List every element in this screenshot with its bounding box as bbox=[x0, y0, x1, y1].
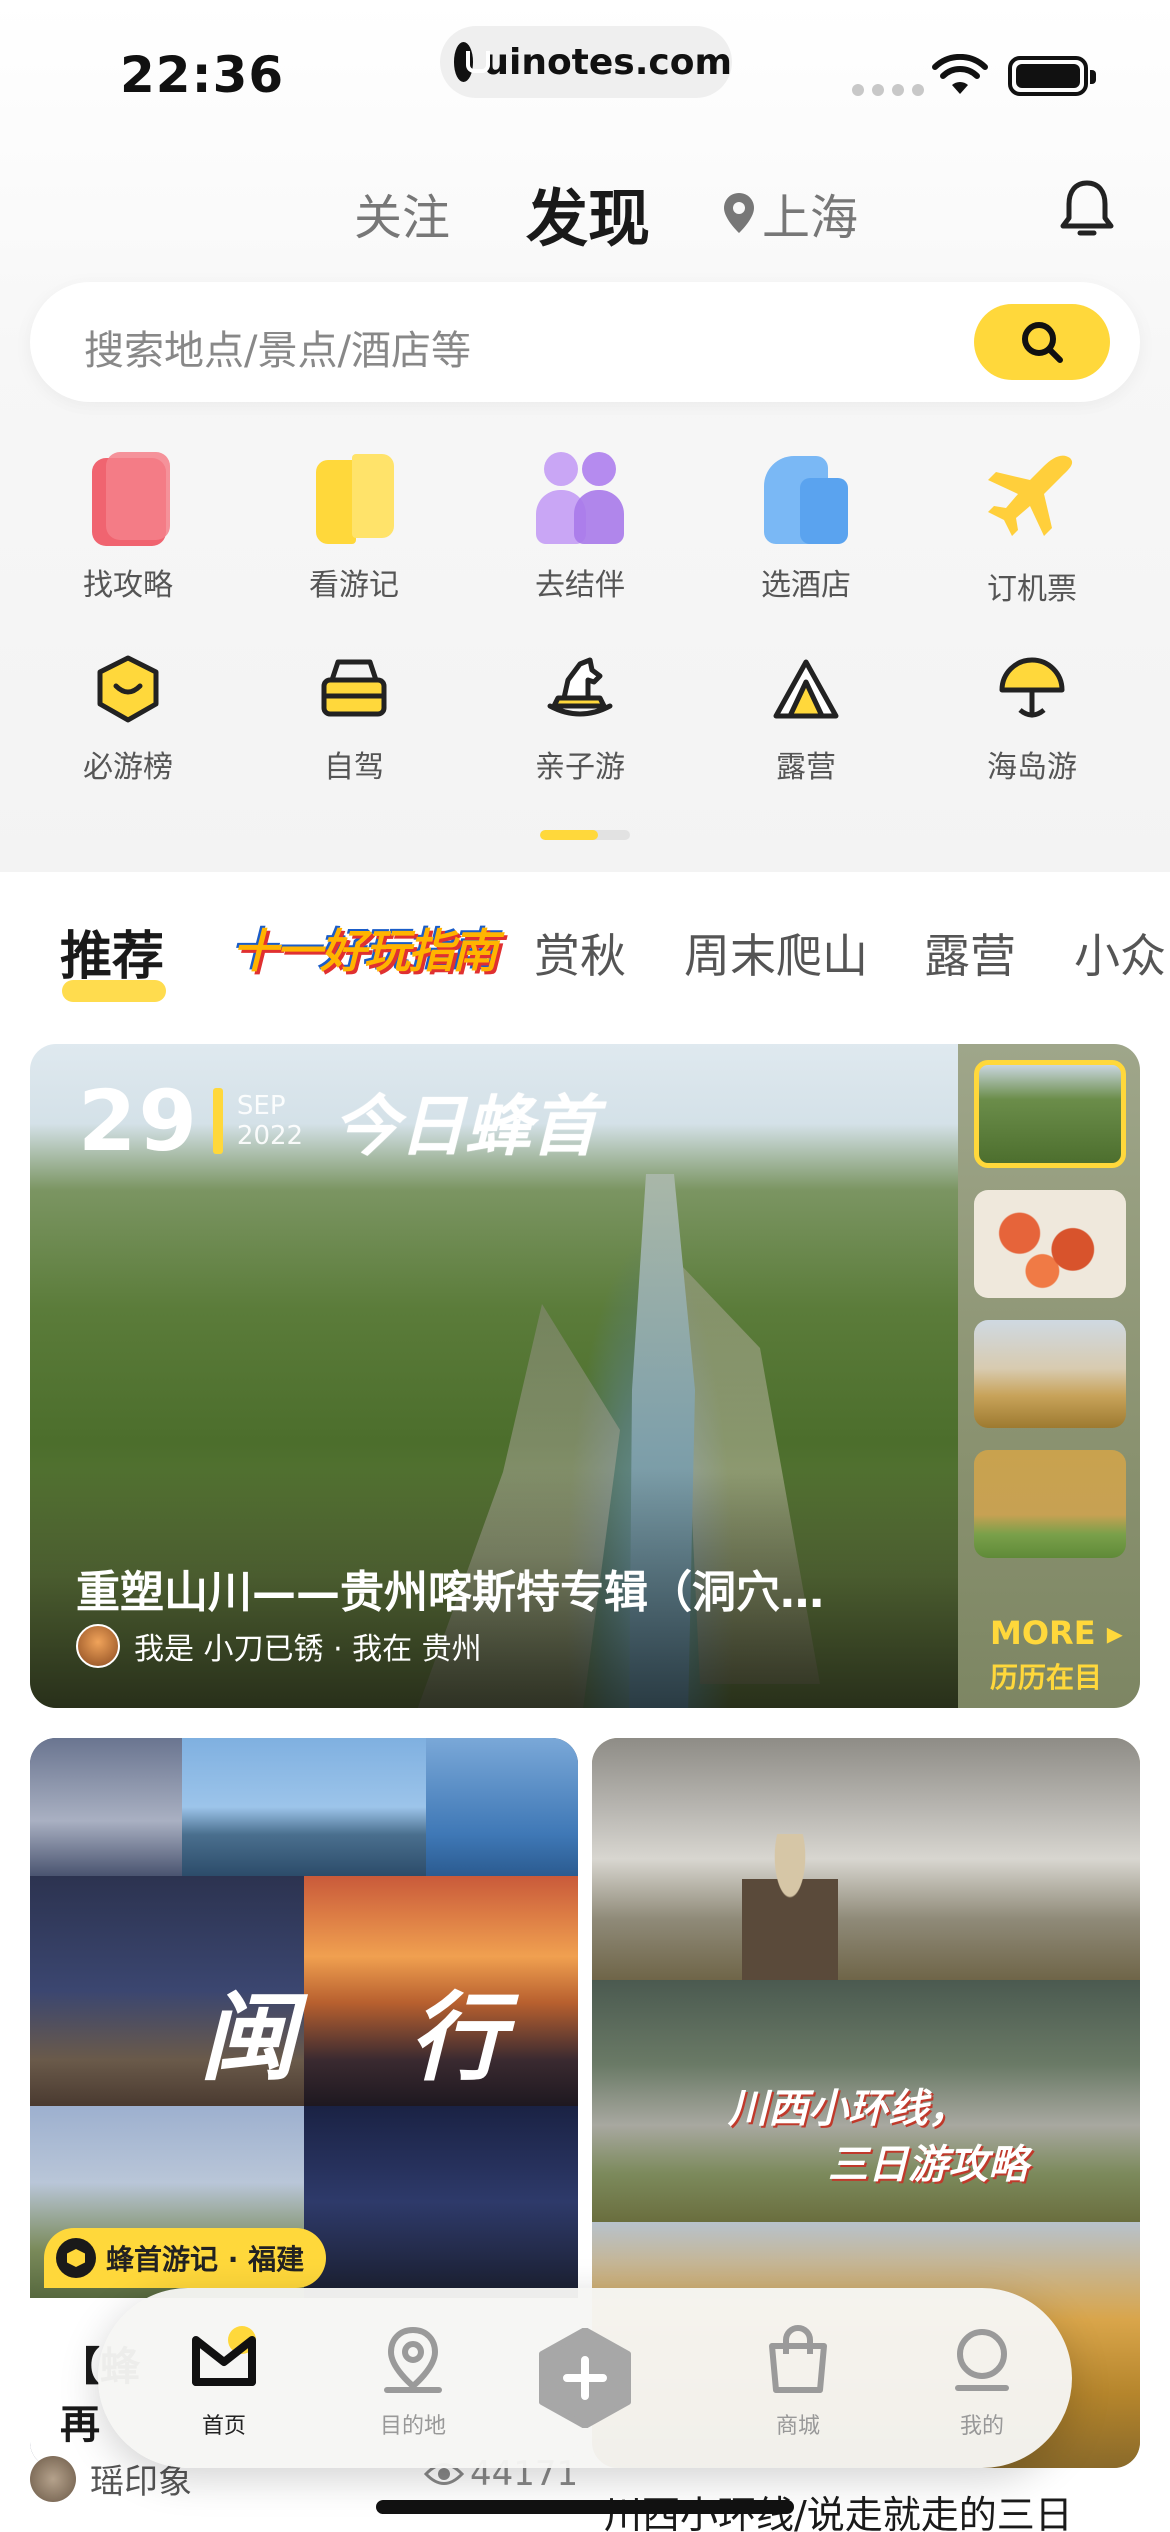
grid-item-camping[interactable]: 露营 bbox=[726, 654, 886, 786]
search-icon bbox=[1022, 322, 1063, 363]
grid-label: 必游榜 bbox=[83, 750, 173, 785]
grid-item-travelogue[interactable]: 看游记 bbox=[274, 448, 434, 604]
hero-date: 29 SEP 2022 今日蜂首 bbox=[78, 1072, 597, 1170]
battery-icon bbox=[1008, 56, 1096, 96]
tab-label: 我的 bbox=[959, 2414, 1004, 2439]
bottom-tab-bar: 首页 目的地 商城 我的 bbox=[98, 2288, 1072, 2468]
category-autumn[interactable]: 赏秋 bbox=[534, 920, 626, 986]
hero-month: SEP bbox=[236, 1091, 286, 1121]
thumbnail-wall[interactable] bbox=[974, 1450, 1126, 1558]
tab-label: 商城 bbox=[775, 2414, 820, 2439]
hero-day: 29 bbox=[78, 1072, 199, 1170]
grid-item-companion[interactable]: 去结伴 bbox=[500, 448, 660, 604]
grid-label: 海岛游 bbox=[987, 750, 1077, 785]
hero-thumbnails: MORE ▸ 历历在目 bbox=[958, 1044, 1140, 1708]
tab-shop[interactable]: 商城 bbox=[728, 2324, 868, 2440]
badge-label: 蜂首游记 · 福建 bbox=[106, 2243, 305, 2276]
grid-label: 订机票 bbox=[987, 572, 1077, 607]
search-bar[interactable]: 搜索地点/景点/酒店等 bbox=[30, 282, 1140, 402]
hero-author-text: 我是 小刀已锈 · 我在 贵州 bbox=[134, 1632, 482, 1667]
grid-label: 看游记 bbox=[309, 568, 399, 603]
thumbnail-food[interactable] bbox=[974, 1190, 1126, 1298]
card-overlay-line2: 三日游攻略 bbox=[828, 2141, 1028, 2188]
rocking-horse-icon bbox=[547, 657, 613, 717]
hero-title: 重塑山川——贵州喀斯特专辑（洞穴… bbox=[76, 1567, 824, 1618]
url-pill[interactable]: uinotes.com bbox=[440, 26, 732, 98]
card-overlay-line1: 川西小环线， bbox=[728, 2085, 968, 2132]
category-weekend-hiking[interactable]: 周末爬山 bbox=[684, 920, 868, 986]
avatar bbox=[30, 2455, 76, 2502]
guide-icon bbox=[78, 448, 178, 548]
grid-item-island[interactable]: 海岛游 bbox=[952, 654, 1112, 786]
thumbnail-canyon[interactable] bbox=[974, 1060, 1126, 1168]
tab-discover[interactable]: 发现 bbox=[526, 168, 650, 258]
grid-item-guide[interactable]: 找攻略 bbox=[48, 448, 208, 604]
grid-item-ranking[interactable]: 必游榜 bbox=[48, 654, 208, 786]
home-icon bbox=[192, 2326, 256, 2386]
location-selector[interactable]: 上海 bbox=[722, 178, 858, 248]
plane-icon bbox=[988, 455, 1073, 536]
category-recommend[interactable]: 推荐 bbox=[60, 914, 164, 989]
location-label: 上海 bbox=[762, 190, 859, 246]
ranking-icon bbox=[97, 655, 159, 723]
badge-icon bbox=[56, 2238, 96, 2278]
hero-brand: 今日蜂首 bbox=[333, 1088, 598, 1165]
grid-item-hotel[interactable]: 选酒店 bbox=[726, 448, 886, 604]
tab-profile[interactable]: 我的 bbox=[912, 2324, 1052, 2440]
hotel-icon bbox=[756, 448, 856, 548]
category-camping[interactable]: 露营 bbox=[924, 920, 1016, 986]
plus-icon[interactable] bbox=[538, 2328, 632, 2428]
grid-page-indicator bbox=[540, 830, 630, 840]
more-label: MORE bbox=[990, 1614, 1096, 1652]
car-icon bbox=[321, 659, 387, 717]
grid-label: 自驾 bbox=[324, 750, 384, 785]
wifi-icon bbox=[932, 54, 988, 94]
search-button[interactable] bbox=[974, 304, 1110, 380]
fengshou-badge: 蜂首游记 · 福建 bbox=[44, 2228, 327, 2288]
more-sub: 历历在目 bbox=[990, 1661, 1103, 1694]
tab-label: 首页 bbox=[201, 2414, 246, 2439]
companion-icon bbox=[530, 448, 630, 548]
hero-year: 2022 bbox=[236, 1121, 304, 1151]
tab-destination[interactable]: 目的地 bbox=[343, 2324, 483, 2440]
grid-label: 亲子游 bbox=[535, 750, 625, 785]
home-indicator bbox=[376, 2500, 794, 2514]
category-national-day-guide[interactable]: 十一好玩指南 bbox=[232, 915, 498, 981]
category-niche[interactable]: 小众 bbox=[1074, 920, 1166, 986]
card-overlay-text: 闽 行 bbox=[200, 1981, 546, 2094]
profile-icon bbox=[955, 2329, 1009, 2391]
tab-follow[interactable]: 关注 bbox=[354, 178, 450, 248]
travelogue-icon bbox=[304, 448, 404, 548]
umbrella-icon bbox=[999, 657, 1065, 718]
grid-label: 露营 bbox=[776, 750, 836, 785]
bell-icon[interactable] bbox=[1058, 178, 1116, 240]
avatar bbox=[76, 1624, 120, 1668]
grid-item-plane[interactable]: 订机票 bbox=[952, 448, 1112, 608]
person-figure bbox=[742, 1834, 838, 1984]
hero-card[interactable]: 29 SEP 2022 今日蜂首 重塑山川——贵州喀斯特专辑（洞穴… 我是 小刀… bbox=[30, 1044, 1140, 1708]
hero-author: 我是 小刀已锈 · 我在 贵州 bbox=[76, 1624, 482, 1668]
location-pin-icon bbox=[724, 193, 754, 233]
shop-bag-icon bbox=[769, 2325, 827, 2393]
search-input[interactable]: 搜索地点/景点/酒店等 bbox=[84, 318, 471, 376]
url-text: uinotes.com bbox=[483, 41, 732, 83]
site-icon bbox=[454, 42, 491, 82]
more-link[interactable]: MORE ▸ 历历在目 bbox=[990, 1614, 1123, 1696]
destination-icon bbox=[384, 2326, 442, 2393]
grid-label: 选酒店 bbox=[761, 568, 851, 603]
status-time: 22:36 bbox=[120, 46, 285, 104]
grid-item-family[interactable]: 亲子游 bbox=[500, 654, 660, 786]
tab-home[interactable]: 首页 bbox=[154, 2324, 294, 2440]
signal-icon bbox=[852, 84, 924, 96]
grid-item-selfdrive[interactable]: 自驾 bbox=[274, 654, 434, 786]
thumbnail-desert[interactable] bbox=[974, 1320, 1126, 1428]
tab-label: 目的地 bbox=[379, 2414, 446, 2439]
grid-label: 去结伴 bbox=[535, 568, 625, 603]
grid-label: 找攻略 bbox=[83, 568, 173, 603]
tent-icon bbox=[773, 659, 839, 719]
